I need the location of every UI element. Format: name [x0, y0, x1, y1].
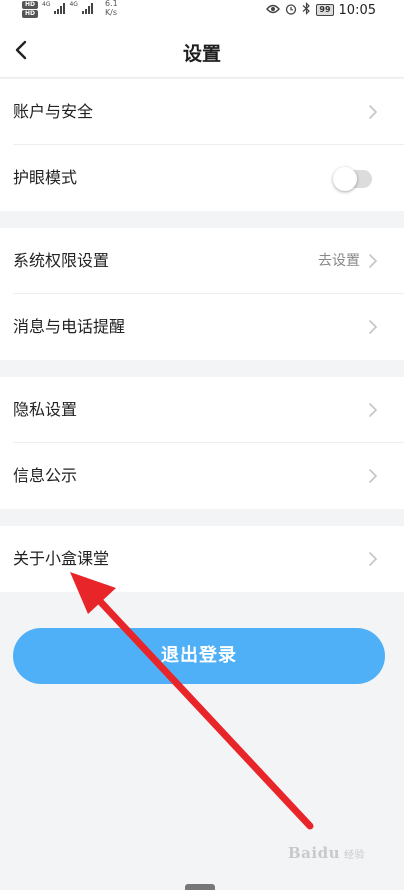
eye-care-toggle[interactable]: [333, 167, 372, 191]
settings-group-privacy: 隐私设置 信息公示: [0, 377, 404, 509]
settings-item-label: 隐私设置: [13, 400, 78, 419]
watermark-subtext: 经验: [344, 850, 365, 861]
settings-group-account: 账户与安全 护眼模式: [0, 79, 404, 211]
alarm-clock-icon: [285, 3, 297, 18]
settings-group-permissions: 系统权限设置 去设置 消息与电话提醒: [0, 228, 404, 360]
watermark-logo: Baidu 经验: [288, 844, 365, 862]
clock: 10:05: [338, 2, 376, 18]
settings-item-system-permissions[interactable]: 系统权限设置 去设置: [13, 228, 404, 294]
chevron-right-icon: [369, 320, 378, 334]
network-type-label: 4G: [69, 1, 78, 8]
watermark-text: Baidu: [288, 844, 340, 862]
hd-badge: HD: [22, 1, 38, 9]
bluetooth-icon: [302, 2, 311, 18]
signal-icon: [54, 2, 66, 14]
settings-item-about[interactable]: 关于小盒课堂: [13, 526, 404, 592]
settings-item-info-disclosure[interactable]: 信息公示: [13, 443, 404, 509]
settings-item-label: 系统权限设置: [13, 251, 110, 270]
settings-item-label: 关于小盒课堂: [13, 549, 110, 568]
eye-icon: [266, 3, 281, 17]
settings-item-value: 去设置: [318, 253, 360, 269]
network-type-label: 4G: [42, 1, 51, 8]
signal-icon: [81, 2, 93, 14]
settings-item-label: 护眼模式: [13, 168, 78, 187]
navigation-header: 设置: [0, 22, 404, 78]
settings-item-message-call-reminder[interactable]: 消息与电话提醒: [13, 294, 404, 360]
settings-screen: HD HD 4G 4G 6.1 K/s 99 10:05 设置 账户与安全 护眼…: [0, 0, 404, 890]
status-bar-left: HD HD 4G 4G 6.1 K/s: [22, 0, 118, 22]
chevron-right-icon: [369, 105, 378, 119]
settings-item-account-security[interactable]: 账户与安全: [13, 79, 404, 145]
settings-group-about: 关于小盒课堂: [0, 526, 404, 592]
chevron-right-icon: [369, 552, 378, 566]
status-bar-right: 99 10:05: [266, 1, 376, 19]
chevron-right-icon: [369, 254, 378, 268]
page-title: 设置: [182, 43, 221, 65]
hd-badge: HD: [22, 10, 38, 18]
settings-item-eye-care-mode: 护眼模式: [13, 145, 404, 211]
status-bar: HD HD 4G 4G 6.1 K/s 99 10:05: [0, 0, 404, 22]
chevron-right-icon: [369, 469, 378, 483]
network-speed-value: 6.1: [104, 0, 118, 8]
chevron-right-icon: [369, 403, 378, 417]
settings-item-privacy[interactable]: 隐私设置: [13, 377, 404, 443]
settings-item-label: 账户与安全: [13, 102, 94, 121]
network-speed-unit: K/s: [104, 8, 118, 17]
battery-icon: 99: [316, 4, 334, 16]
settings-item-label: 消息与电话提醒: [13, 317, 126, 336]
settings-item-label: 信息公示: [13, 466, 78, 485]
network-speed: 6.1 K/s: [105, 0, 118, 17]
logout-button[interactable]: 退出登录: [13, 628, 385, 684]
home-indicator: [185, 884, 215, 890]
hd-badges: HD HD: [22, 1, 38, 18]
toggle-knob: [333, 167, 357, 191]
